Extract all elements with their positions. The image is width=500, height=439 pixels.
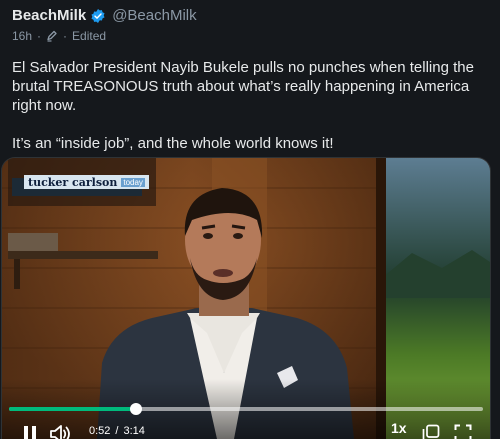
meta-separator: · <box>37 29 42 43</box>
current-time: 0:52 <box>89 425 111 437</box>
post-card: BeachMilk @BeachMilk 16h · · Edited El S… <box>0 0 500 439</box>
author-display-name[interactable]: BeachMilk <box>12 6 86 26</box>
video-player[interactable]: tucker carlson today 0:52 / 3:14 1x <box>1 157 491 439</box>
verified-badge-icon <box>90 8 106 24</box>
post-meta: 16h · · Edited <box>12 28 106 44</box>
progress-thumb[interactable] <box>130 403 143 415</box>
duration: 3:14 <box>123 425 145 437</box>
post-text: El Salvador President Nayib Bukele pulls… <box>12 58 488 153</box>
playback-speed-button[interactable]: 1x <box>391 420 407 436</box>
lower-third-banner: tucker carlson today <box>24 175 149 189</box>
meta-separator: · <box>63 29 68 43</box>
post-timestamp[interactable]: 16h <box>12 28 32 44</box>
time-separator: / <box>115 425 119 437</box>
pause-button[interactable] <box>20 424 40 439</box>
progress-fill <box>9 407 137 411</box>
fullscreen-button[interactable] <box>452 422 474 439</box>
video-controls: 0:52 / 3:14 1x <box>2 379 490 439</box>
playback-time: 0:52 / 3:14 <box>89 424 145 438</box>
edited-label[interactable]: Edited <box>72 28 106 44</box>
pause-icon <box>24 426 36 439</box>
volume-button[interactable] <box>48 423 72 439</box>
edit-history-icon[interactable] <box>46 30 58 42</box>
author-handle[interactable]: @BeachMilk <box>112 6 196 26</box>
post-header: BeachMilk @BeachMilk <box>12 6 490 26</box>
picture-in-picture-button[interactable] <box>420 422 442 439</box>
lower-third-suffix: today <box>121 177 145 187</box>
lower-third-show-name: tucker carlson <box>28 175 118 189</box>
progress-bar[interactable] <box>9 403 483 415</box>
post-text-paragraph: El Salvador President Nayib Bukele pulls… <box>12 59 474 114</box>
picture-in-picture-icon <box>422 424 440 439</box>
fullscreen-icon <box>454 424 472 439</box>
volume-icon <box>50 425 70 439</box>
post-text-paragraph: It’s an “inside job”, and the whole worl… <box>12 135 334 152</box>
